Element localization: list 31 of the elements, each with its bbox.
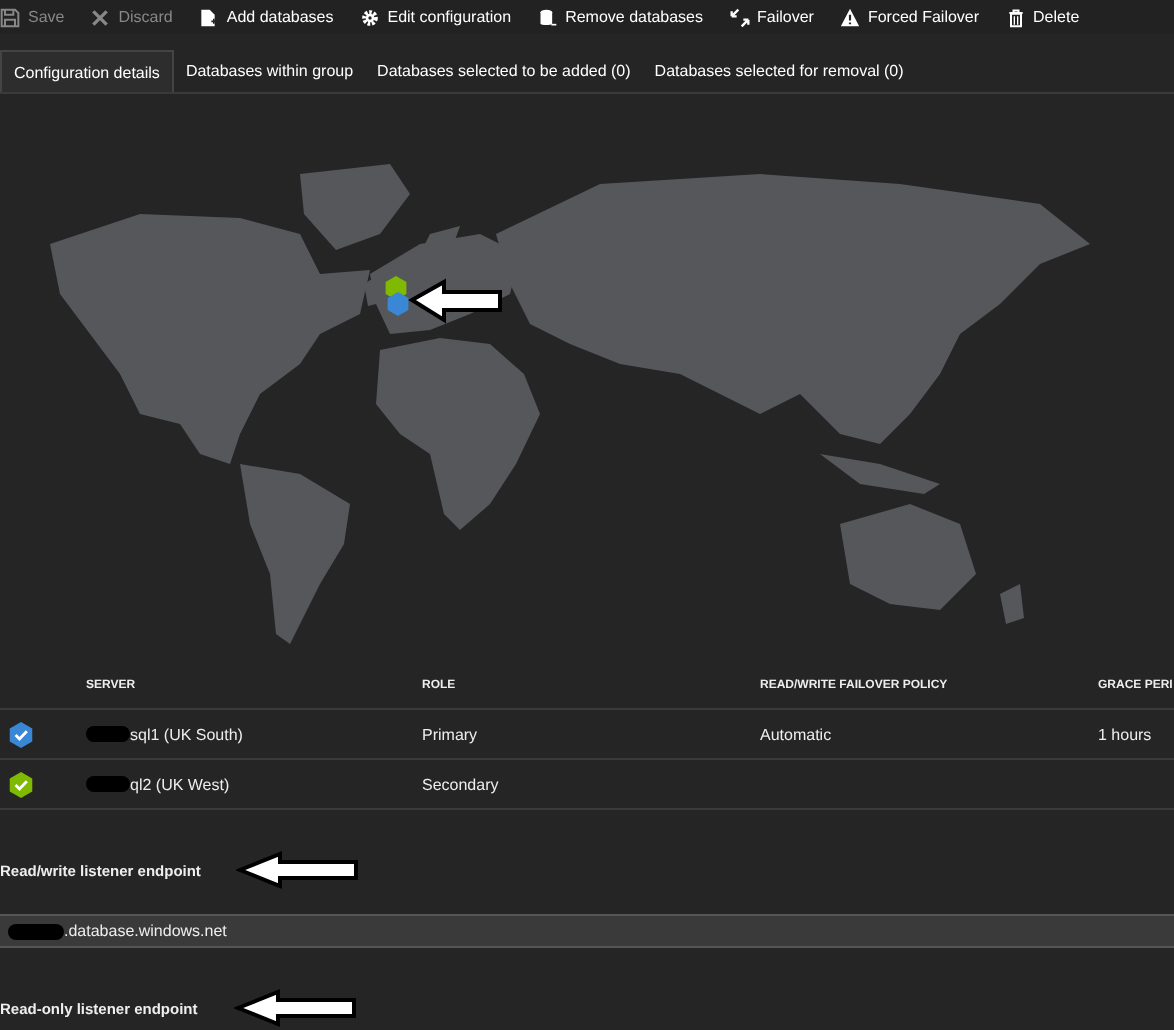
warning-icon [839, 7, 860, 27]
settings-icon [359, 7, 380, 27]
arrow-annotation [236, 850, 361, 890]
table-cell-text: Primary [422, 725, 480, 743]
database-minus-icon [537, 7, 558, 27]
tab[interactable]: Databases within group [173, 50, 366, 92]
tab[interactable]: Databases selected for removal (0) [642, 50, 916, 92]
toolbar-button[interactable]: Failover [729, 7, 814, 27]
toolbar-button[interactable]: Delete [1005, 7, 1080, 27]
toolbar-button[interactable]: Forced Failover [839, 7, 980, 27]
table-cell-text: Automatic [760, 725, 834, 743]
arrow-annotation [408, 278, 502, 324]
redaction-mark [86, 776, 130, 792]
save-icon [0, 7, 20, 27]
redaction-mark [86, 726, 130, 742]
tab[interactable]: Configuration details [0, 50, 174, 92]
toolbar-button[interactable]: Add databases [198, 7, 334, 27]
close-icon [90, 7, 111, 27]
toolbar-button[interactable]: Remove databases [537, 7, 703, 27]
document-plus-icon [198, 7, 219, 27]
redaction-mark [8, 923, 64, 939]
swap-arrows-icon [729, 7, 749, 27]
toolbar-button[interactable]: Edit configuration [359, 7, 512, 27]
trash-icon [1005, 7, 1026, 27]
arrow-annotation [233, 988, 358, 1028]
endpoint-field[interactable]: .database.windows.net [0, 914, 1174, 948]
table-cell: sql1 (UK South) [130, 725, 243, 743]
table-cell: ql2 (UK West) [130, 775, 230, 793]
table-cell-text: Secondary [422, 775, 501, 793]
tab[interactable]: Databases selected to be added (0) [365, 50, 643, 92]
table-cell-text: 1 hours [1098, 725, 1154, 743]
